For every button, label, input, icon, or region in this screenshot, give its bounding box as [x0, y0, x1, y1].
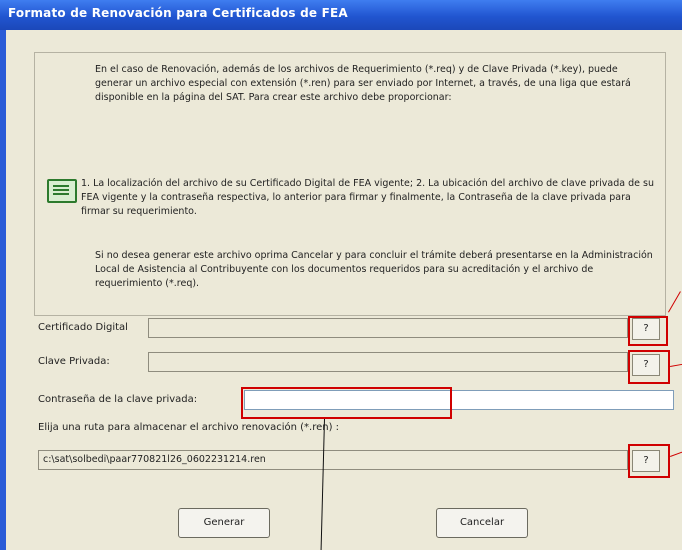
- route-browse-button[interactable]: ?: [632, 450, 660, 472]
- info-paragraph-3: Si no desea generar este archivo oprima …: [95, 250, 653, 289]
- dialog-body: En el caso de Renovación, además de los …: [6, 30, 682, 550]
- certificate-icon: [47, 179, 77, 203]
- route-value: c:\sat\solbedi\paar770821l26_0602231214.…: [43, 454, 266, 465]
- info-panel: En el caso de Renovación, además de los …: [34, 52, 666, 316]
- cancel-button[interactable]: Cancelar: [436, 508, 528, 538]
- generate-button[interactable]: Generar: [178, 508, 270, 538]
- route-label: Elija una ruta para almacenar el archivo…: [38, 422, 340, 433]
- password-field[interactable]: [244, 390, 674, 410]
- dialog-window: Formato de Renovación para Certificados …: [0, 0, 682, 550]
- password-label: Contraseña de la clave privada:: [38, 394, 198, 405]
- key-browse-button[interactable]: ?: [632, 354, 660, 376]
- key-label: Clave Privada:: [38, 356, 110, 367]
- key-field[interactable]: [148, 352, 628, 372]
- info-paragraph-1: En el caso de Renovación, además de los …: [95, 64, 631, 103]
- info-paragraph-2: 1. La localización del archivo de su Cer…: [81, 178, 654, 217]
- cert-field[interactable]: [148, 318, 628, 338]
- route-field[interactable]: c:\sat\solbedi\paar770821l26_0602231214.…: [38, 450, 628, 470]
- cert-browse-button[interactable]: ?: [632, 318, 660, 340]
- window-title: Formato de Renovación para Certificados …: [8, 6, 348, 20]
- cert-label: Certificado Digital: [38, 322, 128, 333]
- title-bar[interactable]: Formato de Renovación para Certificados …: [0, 0, 682, 30]
